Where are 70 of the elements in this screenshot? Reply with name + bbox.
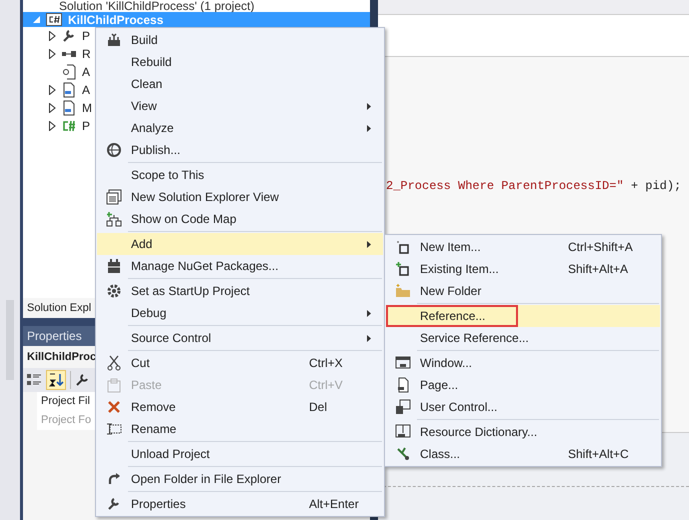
- code-file-icon: [62, 120, 76, 132]
- menu-item[interactable]: Unload Project: [97, 443, 383, 465]
- menu-item[interactable]: Open Folder in File Explorer: [97, 468, 383, 490]
- menu-item[interactable]: User Control...: [386, 396, 660, 418]
- package-icon: [107, 258, 121, 274]
- menu-item[interactable]: New Folder: [386, 280, 660, 302]
- menu-item[interactable]: Cut Ctrl+X: [97, 352, 383, 374]
- wrench-icon: [107, 497, 121, 511]
- menu-item[interactable]: Manage NuGet Packages...: [97, 255, 383, 277]
- globe-icon: [106, 142, 122, 158]
- menu-item[interactable]: New Item... Ctrl+Shift+A: [386, 236, 660, 258]
- tree-node[interactable]: P: [82, 27, 90, 45]
- tree-node[interactable]: A: [82, 81, 90, 99]
- solution-node[interactable]: Solution 'KillChildProcess' (1 project): [59, 0, 254, 12]
- wrench-icon[interactable]: [75, 373, 89, 387]
- window-list-icon: [106, 189, 122, 205]
- menu-item[interactable]: Properties Alt+Enter: [97, 493, 383, 515]
- references-icon: [61, 49, 77, 59]
- categorized-icon[interactable]: [26, 373, 42, 387]
- menu-item[interactable]: Service Reference...: [386, 327, 660, 349]
- add-item-icon: [396, 262, 410, 276]
- menu-item[interactable]: Scope to This: [97, 164, 383, 186]
- menu-item[interactable]: Show on Code Map: [97, 208, 383, 230]
- xaml-file-icon: [62, 100, 76, 116]
- menu-item[interactable]: Class... Shift+Alt+C: [386, 443, 660, 465]
- menu-item[interactable]: Clean: [97, 73, 383, 95]
- code-line: 2_Process Where ParentProcessID=" + pid);: [386, 179, 682, 193]
- menu-item[interactable]: Resource Dictionary...: [386, 421, 660, 443]
- cross-icon: [107, 400, 121, 414]
- new-item-icon: [396, 240, 410, 254]
- xaml-file-icon: [62, 82, 76, 98]
- menu-item[interactable]: View: [97, 95, 383, 117]
- tree-node[interactable]: M: [82, 99, 92, 117]
- menu-item[interactable]: Reference...: [386, 305, 660, 327]
- menu-item[interactable]: Existing Item... Shift+Alt+A: [386, 258, 660, 280]
- menu-item[interactable]: Set as StartUp Project: [97, 280, 383, 302]
- wrench-icon: [62, 29, 76, 43]
- clipboard-icon: [107, 377, 121, 393]
- menu-item[interactable]: Build: [97, 29, 383, 51]
- diagram-icon: [106, 211, 122, 227]
- tree-node[interactable]: R: [82, 45, 91, 63]
- menu-item[interactable]: Window...: [386, 352, 660, 374]
- gear-icon: [106, 283, 122, 299]
- menu-item[interactable]: New Solution Explorer View: [97, 186, 383, 208]
- rename-icon: [106, 423, 122, 435]
- class-icon: [395, 447, 411, 461]
- menu-item[interactable]: Rebuild: [97, 51, 383, 73]
- tree-node[interactable]: P: [82, 117, 90, 135]
- collapse-arrow-icon: [33, 16, 40, 23]
- menu-item[interactable]: Analyze: [97, 117, 383, 139]
- tree-node[interactable]: A: [82, 63, 90, 81]
- menu-item[interactable]: Publish...: [97, 139, 383, 161]
- redo-arrow-icon: [106, 472, 122, 486]
- project-icon: [46, 13, 62, 26]
- user-control-icon: [395, 399, 411, 415]
- menu-item[interactable]: Add: [97, 233, 383, 255]
- panel-tab[interactable]: Solution Expl: [27, 300, 92, 316]
- config-file-icon: [62, 64, 76, 80]
- panel-title: Properties: [27, 328, 82, 345]
- folder-icon: [395, 284, 411, 298]
- sort-alphabetical-icon[interactable]: [46, 370, 66, 390]
- menu-item[interactable]: Page...: [386, 374, 660, 396]
- page-icon: [396, 377, 410, 393]
- scissors-icon: [107, 355, 121, 371]
- menu-item[interactable]: Source Control: [97, 327, 383, 349]
- window-icon: [395, 356, 411, 370]
- menu-item[interactable]: Debug: [97, 302, 383, 324]
- object-name: KillChildProc: [27, 350, 96, 365]
- build-icon: [106, 32, 122, 48]
- dictionary-icon: [395, 424, 411, 440]
